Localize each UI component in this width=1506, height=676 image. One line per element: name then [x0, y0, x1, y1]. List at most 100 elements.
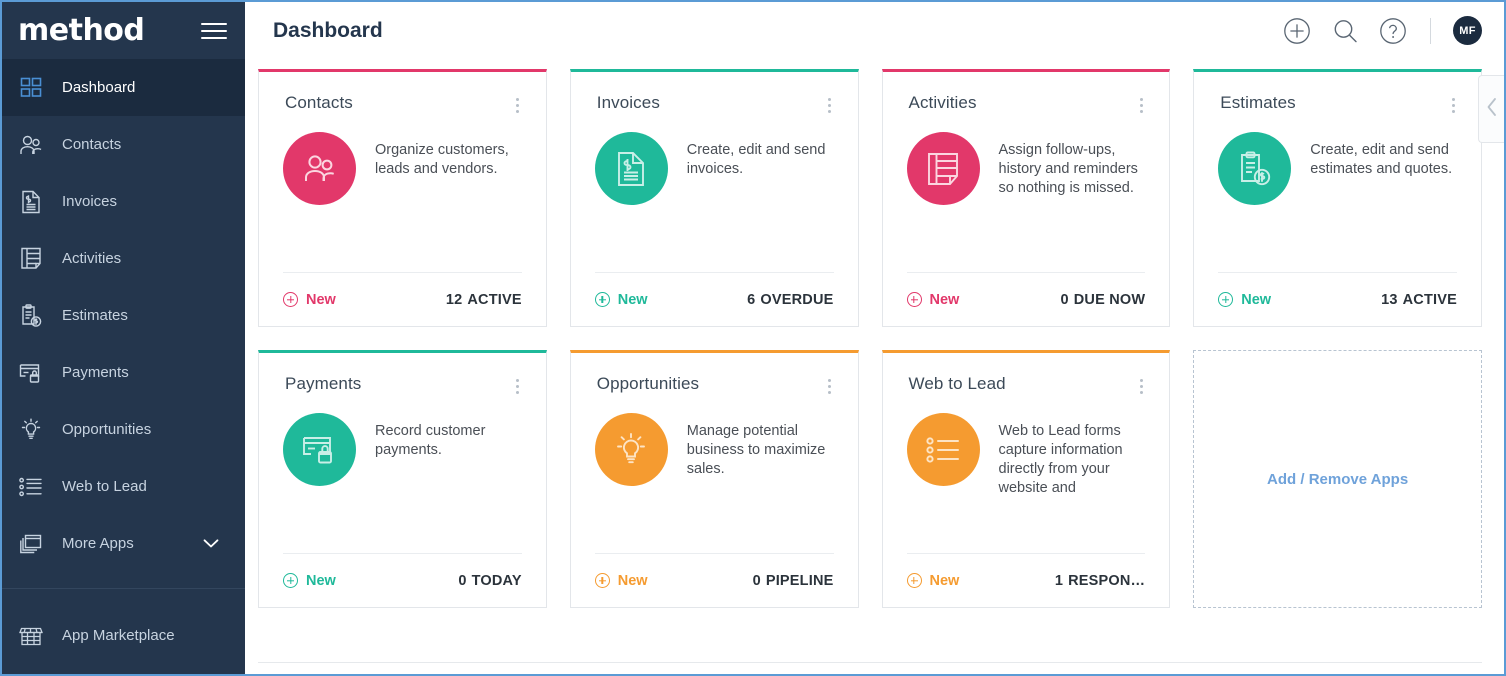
stat-label: ACTIVE: [1402, 291, 1457, 308]
card-footer: New 0 PIPELINE: [594, 553, 834, 607]
kebab-menu-icon[interactable]: [1133, 95, 1149, 115]
app-card-payments[interactable]: Payments Record customer payments. New 0…: [258, 350, 547, 608]
new-button[interactable]: New: [594, 292, 648, 308]
new-button-label: New: [929, 572, 960, 589]
app-window: method Dashboard Contacts Invoices Activ…: [0, 0, 1506, 676]
card-description: Manage potential business to maximize sa…: [686, 423, 826, 477]
card-body: Assign follow-ups, history and reminders…: [883, 115, 1170, 272]
card-body: Create, edit and send estimates and quot…: [1194, 115, 1481, 272]
sidebar-item-more-apps[interactable]: More Apps: [2, 515, 245, 572]
sidebar-item-label: Activities: [62, 250, 122, 267]
kebab-menu-icon[interactable]: [1445, 95, 1461, 115]
stat-label: PIPELINE: [765, 572, 834, 589]
new-button[interactable]: New: [594, 573, 648, 589]
plus-circle-icon: [906, 573, 922, 588]
brand-bar: method: [2, 2, 245, 59]
kebab-menu-icon[interactable]: [510, 376, 526, 396]
sidebar-item-label: More Apps: [62, 535, 134, 552]
sidebar-item-opportunities[interactable]: Opportunities: [2, 401, 245, 458]
collapse-panel-handle[interactable]: [1478, 75, 1504, 143]
toolbar-separator: [1430, 17, 1431, 44]
kebab-menu-icon[interactable]: [510, 95, 526, 115]
sidebar-item-activities[interactable]: Activities: [2, 230, 245, 287]
card-description: Assign follow-ups, history and reminders…: [998, 142, 1138, 196]
credit-card-lock-icon: [16, 360, 46, 386]
new-button[interactable]: New: [283, 573, 336, 589]
new-button-label: New: [929, 291, 960, 308]
app-card-opportunities[interactable]: Opportunities Manage potential business …: [569, 350, 859, 608]
new-button[interactable]: New: [1218, 292, 1271, 308]
dashboard-content: Contacts Organize customers, leads and v…: [245, 59, 1504, 674]
app-card-invoices[interactable]: Invoices Create, edit and send invoices.: [569, 69, 859, 327]
app-card-web-to-lead[interactable]: Web to Lead Web to Lead forms capture in…: [881, 350, 1171, 608]
new-button[interactable]: New: [906, 291, 960, 308]
card-body: Manage potential business to maximize sa…: [571, 396, 858, 553]
sidebar-item-app-marketplace[interactable]: App Marketplace: [2, 607, 245, 664]
hamburger-icon[interactable]: [201, 21, 227, 41]
page-title: Dashboard: [273, 18, 383, 42]
kebab-menu-icon[interactable]: [822, 95, 838, 115]
top-bar-actions: MF: [1282, 16, 1482, 46]
avatar[interactable]: MF: [1453, 16, 1482, 45]
kebab-menu-icon[interactable]: [822, 376, 838, 396]
card-footer: New 13 ACTIVE: [1218, 272, 1457, 326]
people-icon: [16, 132, 46, 158]
app-card-estimates[interactable]: Estimates Create, edit and send estimate…: [1193, 69, 1482, 327]
card-footer: New 6 OVERDUE: [594, 272, 834, 326]
sidebar-nav: Dashboard Contacts Invoices Activities E…: [2, 59, 245, 588]
app-card-contacts[interactable]: Contacts Organize customers, leads and v…: [258, 69, 547, 327]
windows-stack-icon: [16, 531, 46, 557]
card-body: Create, edit and send invoices.: [571, 115, 858, 272]
method-logo: method: [18, 12, 145, 48]
plus-circle-icon: [283, 573, 298, 588]
status-badge: 13 ACTIVE: [1381, 292, 1457, 308]
stat-label: DUE NOW: [1073, 291, 1146, 308]
sidebar-item-invoices[interactable]: Invoices: [2, 173, 245, 230]
card-header: Invoices: [571, 72, 858, 115]
storefront-icon: [16, 623, 46, 649]
sidebar-item-contacts[interactable]: Contacts: [2, 116, 245, 173]
stat-number: 0: [1060, 291, 1069, 308]
add-remove-apps-button[interactable]: Add / Remove Apps: [1193, 350, 1482, 608]
search-icon[interactable]: [1330, 16, 1360, 46]
form-list-icon: [16, 474, 46, 500]
card-description: Create, edit and send estimates and quot…: [1310, 142, 1453, 177]
status-badge: 12 ACTIVE: [446, 292, 522, 308]
sidebar-item-dashboard[interactable]: Dashboard: [2, 59, 245, 116]
lightbulb-icon: [16, 417, 46, 443]
card-body: Organize customers, leads and vendors.: [259, 115, 546, 272]
card-title: Payments: [285, 374, 362, 393]
question-circle-icon[interactable]: [1378, 16, 1408, 46]
stat-number: 0: [752, 572, 761, 589]
plus-circle-icon: [906, 292, 922, 307]
chevron-down-icon[interactable]: [203, 535, 219, 552]
content-bottom-divider: [258, 662, 1482, 663]
stat-label: TODAY: [471, 572, 522, 589]
stat-label: OVERDUE: [760, 291, 834, 308]
card-body: Record customer payments.: [259, 396, 546, 553]
sidebar-item-estimates[interactable]: Estimates: [2, 287, 245, 344]
sidebar-item-web-to-lead[interactable]: Web to Lead: [2, 458, 245, 515]
stat-number: 1: [1054, 572, 1064, 589]
lightbulb-icon: [594, 413, 668, 486]
stat-number: 13: [1381, 291, 1398, 308]
kebab-menu-icon[interactable]: [1133, 376, 1149, 396]
sidebar-bottom: App Marketplace: [2, 589, 245, 674]
add-remove-apps-label: Add / Remove Apps: [1267, 470, 1409, 488]
new-button[interactable]: New: [906, 572, 960, 589]
sidebar-item-label: Opportunities: [62, 421, 152, 438]
plus-circle-icon: [1218, 292, 1234, 307]
card-title: Estimates: [1220, 93, 1296, 112]
card-footer: New 0 TODAY: [283, 553, 522, 607]
new-button-label: New: [306, 291, 336, 308]
app-card-activities[interactable]: Activities Assign follow-ups, history an…: [881, 69, 1171, 327]
card-header: Payments: [259, 353, 546, 396]
card-title: Contacts: [285, 93, 353, 112]
new-button[interactable]: New: [283, 292, 336, 308]
grid-icon: [16, 75, 46, 101]
card-description: Organize customers, leads and vendors.: [375, 142, 509, 177]
list-note-icon: [16, 246, 46, 272]
plus-circle-icon[interactable]: [1282, 16, 1312, 46]
invoice-document-icon: [594, 132, 668, 205]
sidebar-item-payments[interactable]: Payments: [2, 344, 245, 401]
